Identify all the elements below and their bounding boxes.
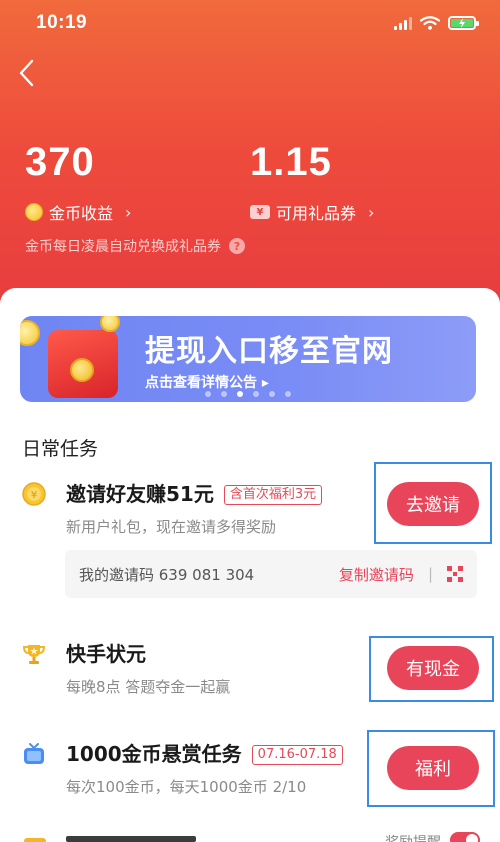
task-title-text: 邀请好友赚51元 (66, 482, 214, 506)
task-tag: 07.16-07.18 (251, 745, 343, 765)
coins-label: 金币收益 (49, 204, 114, 223)
task-icon-partial (24, 838, 46, 842)
status-bar: 10:19 (36, 10, 479, 36)
carousel-dot[interactable] (285, 391, 291, 397)
invite-code-label: 我的邀请码 639 081 304 (79, 565, 255, 584)
gift-label: 可用礼品券 (276, 204, 357, 223)
task-subtitle: 每次100金币，每天1000金币 2/10 (66, 778, 307, 796)
task-tag: 含首次福利3元 (223, 485, 323, 505)
divider: | (427, 565, 433, 583)
coin-icon: ¥ (22, 482, 46, 506)
svg-text:¥: ¥ (31, 490, 37, 501)
signal-icon (394, 16, 412, 30)
reminder-toggle[interactable] (450, 832, 480, 842)
coin-icon (20, 320, 40, 346)
invite-code-box: 我的邀请码 639 081 304 复制邀请码 | (65, 550, 477, 598)
task-subtitle: 新用户礼包，现在邀请多得奖励 (66, 518, 277, 536)
coin-icon (100, 316, 120, 332)
header: 10:19 370 1.15 金币收益 › ¥ 可用礼品券 › 金币每日凌晨自动… (0, 0, 500, 330)
carousel-dot[interactable] (253, 391, 259, 397)
section-title: 日常任务 (22, 438, 99, 460)
help-icon[interactable]: ? (229, 238, 245, 254)
task-title-partial (66, 836, 196, 842)
back-arrow-icon[interactable] (16, 58, 38, 88)
task-title: 邀请好友赚51元 含首次福利3元 (66, 478, 323, 507)
status-icons (394, 16, 479, 30)
gift-value: 1.15 (250, 140, 332, 184)
selection-outline (369, 636, 494, 702)
selection-outline (367, 730, 495, 807)
task-title: 快手状元 (66, 642, 146, 666)
carousel-dot[interactable] (269, 391, 275, 397)
status-time: 10:19 (36, 12, 88, 33)
qr-code-icon[interactable] (447, 566, 463, 582)
wifi-icon (420, 16, 440, 30)
banner-subtitle: 点击查看详情公告 ▸ (145, 375, 269, 391)
coins-value: 370 (25, 140, 95, 184)
chevron-right-icon: › (368, 202, 375, 222)
copy-invite-code-button[interactable]: 复制邀请码 (339, 564, 414, 585)
coins-link[interactable]: 金币收益 › (25, 200, 131, 224)
reminder-toggle-label: 奖励提醒 (385, 832, 441, 842)
ticket-icon: ¥ (250, 205, 270, 219)
gift-link[interactable]: ¥ 可用礼品券 › (250, 200, 374, 224)
trophy-icon (22, 645, 46, 664)
carousel-dot-active[interactable] (237, 391, 243, 397)
chevron-right-icon: › (125, 202, 132, 222)
carousel-dots (205, 391, 291, 397)
coin-icon (25, 203, 43, 221)
exchange-note-text: 金币每日凌晨自动兑换成礼品券 (25, 239, 221, 255)
task-title-text: 1000金币悬赏任务 (66, 742, 242, 766)
task-subtitle: 每晚8点 答题夺金一起赢 (66, 678, 231, 696)
red-envelope-icon (48, 330, 118, 398)
selection-outline (374, 462, 492, 544)
battery-icon (448, 16, 479, 30)
announcement-banner[interactable]: 提现入口移至官网 点击查看详情公告 ▸ (20, 316, 476, 402)
tv-icon (24, 743, 44, 764)
task-title: 1000金币悬赏任务 07.16-07.18 (66, 738, 343, 767)
banner-title: 提现入口移至官网 (145, 334, 393, 369)
carousel-dot[interactable] (221, 391, 227, 397)
exchange-note: 金币每日凌晨自动兑换成礼品券 ? (25, 236, 245, 256)
carousel-dot[interactable] (205, 391, 211, 397)
